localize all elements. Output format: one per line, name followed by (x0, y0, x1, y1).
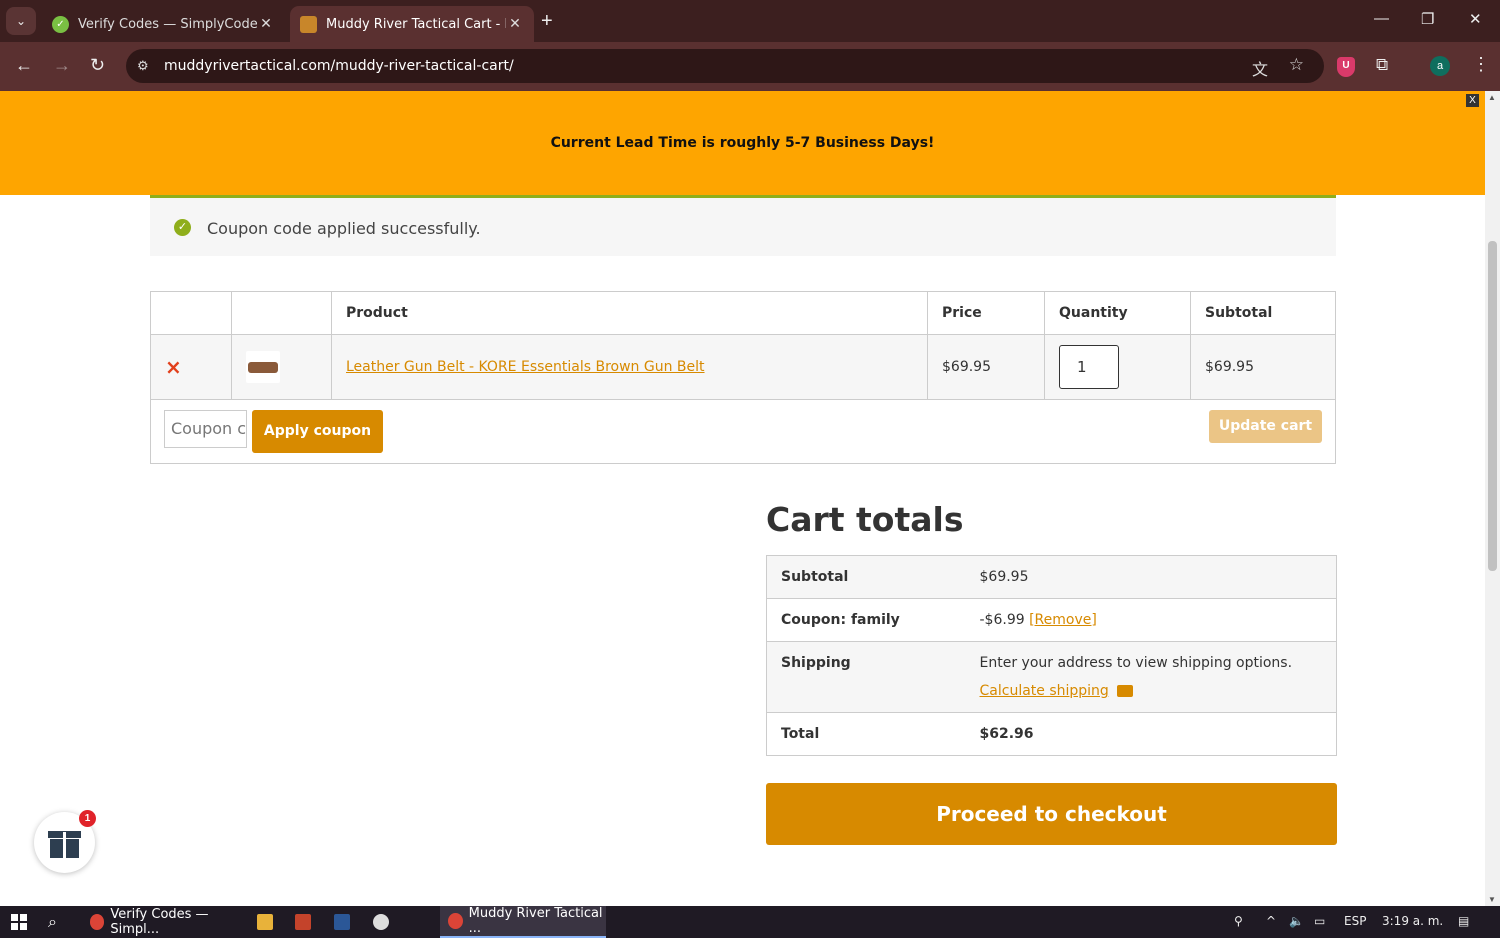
banner-close-button[interactable]: X (1466, 94, 1479, 107)
browser-tab-cart[interactable]: Muddy River Tactical Cart - Mud ✕ (290, 6, 534, 42)
rewards-gift-widget[interactable]: 1 (34, 810, 96, 873)
apply-coupon-button[interactable]: Apply coupon (252, 410, 383, 453)
subtotal-label: Subtotal (766, 555, 966, 599)
language-indicator[interactable]: ESP (1344, 914, 1366, 928)
taskbar-app-muddy-river[interactable]: Muddy River Tactical ... (440, 906, 606, 938)
media-app-icon[interactable] (373, 914, 389, 930)
forward-arrow-icon[interactable]: → (53, 55, 71, 76)
thumbnail-column-header (231, 291, 332, 335)
update-cart-button[interactable]: Update cart (1209, 410, 1322, 443)
browser-toolbar: ← → ↻ ⚙ muddyrivertactical.com/muddy-riv… (0, 42, 1500, 91)
cart-item-row: × Leather Gun Belt - KORE Essentials Bro… (150, 334, 1336, 400)
shipping-label: Shipping (766, 641, 966, 713)
browser-tab-bar: ⌄ ✓ Verify Codes — SimplyCodes ✕ Muddy R… (0, 0, 1500, 42)
taskbar-search-icon[interactable]: ⌕ (48, 912, 57, 932)
simplycodes-favicon-icon: ✓ (52, 15, 69, 33)
windows-taskbar: ⌕ Verify Codes — Simpl... Muddy River Ta… (0, 906, 1500, 938)
taskbar-app-label: Muddy River Tactical ... (468, 906, 603, 936)
success-notice: ✓ Coupon code applied successfully. (150, 195, 1336, 256)
muddy-river-favicon-icon (300, 15, 317, 33)
minimize-icon[interactable]: — (1374, 10, 1389, 27)
close-tab-icon[interactable]: ✕ (257, 16, 275, 32)
taskbar-app-label: Verify Codes — Simpl... (110, 907, 209, 937)
volume-icon[interactable]: 🔈 (1289, 914, 1304, 928)
taskbar-app-verify-codes[interactable]: Verify Codes — Simpl... (82, 906, 246, 938)
total-value: $62.96 (965, 712, 1337, 756)
subtotal-value: $69.95 (965, 555, 1337, 599)
totals-subtotal-row: Subtotal $69.95 (766, 555, 1337, 599)
powerpoint-icon[interactable] (295, 914, 311, 930)
close-window-icon[interactable]: ✕ (1469, 10, 1482, 28)
success-check-icon: ✓ (174, 219, 191, 236)
tab-title: Verify Codes — SimplyCodes (78, 16, 257, 32)
item-price: $69.95 (927, 334, 1045, 400)
scrollbar-thumb[interactable] (1488, 241, 1497, 571)
lead-time-banner: Current Lead Time is roughly 5-7 Busines… (0, 91, 1485, 195)
totals-total-row: Total $62.96 (766, 712, 1337, 756)
calculate-shipping-link[interactable]: Calculate shipping (980, 683, 1109, 699)
tab-search-button[interactable]: ⌄ (6, 7, 36, 35)
page-scrollbar[interactable]: ▲ ▼ (1485, 91, 1500, 906)
product-column-header: Product (331, 291, 928, 335)
remove-coupon-link[interactable]: [Remove] (1029, 612, 1097, 628)
ublock-extension-icon[interactable]: U (1337, 57, 1355, 77)
notifications-icon[interactable]: ▤ (1458, 914, 1469, 928)
scroll-up-arrow-icon[interactable]: ▲ (1488, 93, 1496, 102)
quantity-column-header: Quantity (1044, 291, 1191, 335)
item-subtotal: $69.95 (1190, 334, 1336, 400)
chrome-icon (90, 914, 105, 930)
new-tab-plus-icon[interactable]: + (541, 10, 553, 33)
remove-column-header (150, 291, 232, 335)
close-tab-icon[interactable]: ✕ (506, 16, 524, 32)
cart-totals-table: Subtotal $69.95 Coupon: family -$6.99 [R… (766, 555, 1337, 756)
quantity-input[interactable]: 1 (1059, 345, 1119, 389)
file-explorer-icon[interactable] (257, 914, 273, 930)
more-menu-icon[interactable]: ⋮ (1472, 54, 1490, 75)
network-icon[interactable]: ▭ (1314, 914, 1325, 928)
product-link[interactable]: Leather Gun Belt - KORE Essentials Brown… (346, 359, 705, 375)
url-text[interactable]: muddyrivertactical.com/muddy-river-tacti… (164, 58, 514, 74)
notice-message: Coupon code applied successfully. (207, 219, 481, 238)
coupon-discount-value: -$6.99 (979, 612, 1025, 628)
restore-icon[interactable]: ❐ (1421, 10, 1434, 28)
banner-text: Current Lead Time is roughly 5-7 Busines… (550, 135, 935, 151)
proceed-to-checkout-button[interactable]: Proceed to checkout (766, 783, 1337, 845)
product-thumbnail[interactable] (246, 351, 280, 383)
clock[interactable]: 3:19 a. m. (1382, 914, 1443, 928)
extensions-puzzle-icon[interactable]: ⧉ (1376, 55, 1388, 75)
windows-start-icon[interactable] (11, 914, 27, 930)
chrome-icon (448, 913, 463, 929)
address-bar[interactable]: ⚙ muddyrivertactical.com/muddy-river-tac… (126, 49, 1324, 83)
people-icon[interactable]: ⚲ (1234, 914, 1243, 928)
bookmark-star-icon[interactable]: ☆ (1289, 55, 1304, 75)
totals-shipping-row: Shipping Enter your address to view ship… (766, 641, 1337, 713)
cart-header-row: Product Price Quantity Subtotal (150, 291, 1336, 335)
remove-item-button[interactable]: × (165, 355, 182, 379)
totals-coupon-row: Coupon: family -$6.99 [Remove] (766, 598, 1337, 642)
tray-expand-icon[interactable]: ^ (1266, 914, 1276, 928)
subtotal-column-header: Subtotal (1190, 291, 1336, 335)
gift-icon (50, 832, 79, 858)
scroll-down-arrow-icon[interactable]: ▼ (1488, 895, 1496, 904)
site-settings-icon[interactable]: ⚙ (137, 58, 149, 74)
gift-badge-count: 1 (79, 810, 96, 827)
shipping-text: Enter your address to view shipping opti… (979, 655, 1293, 671)
coupon-label: Coupon: family (766, 598, 966, 642)
total-label: Total (766, 712, 966, 756)
tab-title: Muddy River Tactical Cart - Mud (326, 16, 506, 32)
cart-totals-title: Cart totals (766, 500, 964, 539)
browser-tab-simplycodes[interactable]: ✓ Verify Codes — SimplyCodes ✕ (42, 6, 285, 42)
coupon-code-input[interactable]: Coupon code (164, 410, 247, 448)
translate-icon[interactable]: 文 (1252, 56, 1268, 80)
profile-avatar[interactable]: a (1430, 56, 1450, 76)
back-arrow-icon[interactable]: ← (15, 55, 33, 76)
word-icon[interactable] (334, 914, 350, 930)
price-column-header: Price (927, 291, 1045, 335)
truck-icon[interactable] (1116, 685, 1133, 697)
reload-icon[interactable]: ↻ (90, 55, 105, 76)
